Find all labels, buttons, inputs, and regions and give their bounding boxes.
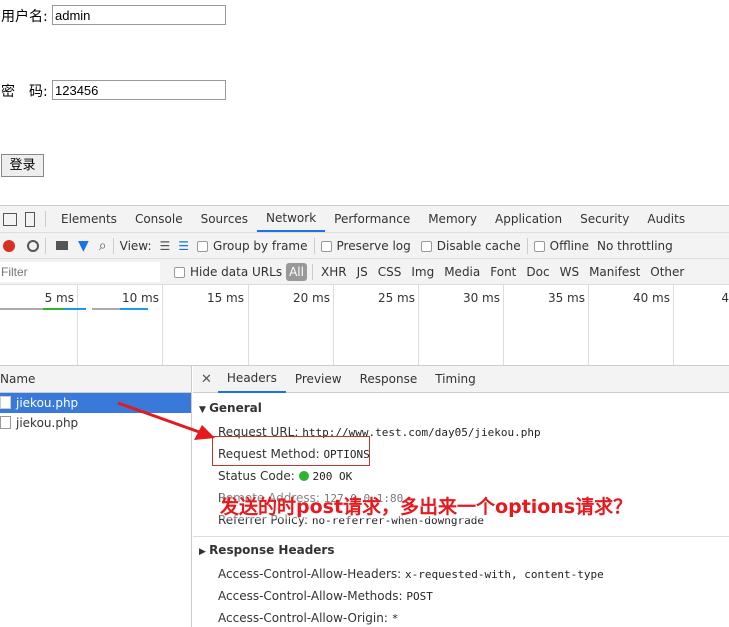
status-ok-icon <box>298 471 309 481</box>
filter-input[interactable] <box>0 261 160 282</box>
red-arrow-icon <box>117 401 215 440</box>
filter-img[interactable]: Img <box>411 265 434 279</box>
camera-icon[interactable] <box>56 241 68 250</box>
filter-ws[interactable]: WS <box>560 265 579 279</box>
tab-application[interactable]: Application <box>486 206 571 232</box>
filter-font[interactable]: Font <box>490 265 516 279</box>
filter-bar: Hide data URLs All XHR JS CSS Img Media … <box>0 259 729 285</box>
devtools-tabbar: Elements Console Sources Network Perform… <box>0 206 729 233</box>
filter-all[interactable]: All <box>286 262 307 281</box>
response-headers-toggle[interactable]: ▶ Response Headers <box>193 536 729 557</box>
search-icon[interactable]: ⌕ <box>99 238 107 254</box>
request-method-row: Request Method: OPTIONS <box>218 447 370 461</box>
group-by-frame-checkbox[interactable]: Group by frame <box>197 239 308 253</box>
filter-js[interactable]: JS <box>357 265 368 279</box>
response-header-row: Access-Control-Allow-Origin: * <box>218 611 399 625</box>
device-toolbar-icon[interactable] <box>25 211 35 227</box>
request-bar <box>0 308 86 310</box>
filter-css[interactable]: CSS <box>378 265 402 279</box>
response-header-row: Access-Control-Allow-Headers: x-requeste… <box>218 567 604 581</box>
username-label: 用户名: <box>1 9 48 25</box>
status-code-row: Status Code: 200 OK <box>218 469 353 483</box>
file-icon <box>0 396 11 409</box>
timeline-tick: 30 ms <box>462 291 500 305</box>
username-input[interactable] <box>52 5 226 25</box>
tab-elements[interactable]: Elements <box>52 206 126 232</box>
filter-manifest[interactable]: Manifest <box>589 265 640 279</box>
view-label: View: <box>119 238 152 253</box>
timeline-tick: 20 ms <box>292 291 330 305</box>
annotation-text: 发送的时post请求，多出来一个options请求？ <box>220 492 633 519</box>
waterfall-icon[interactable]: ☰ <box>178 239 189 253</box>
timeline-tick: 10 ms <box>121 291 159 305</box>
network-toolbar: ▼ ⌕ View: ☰ ☰ Group by frame Preserve lo… <box>0 233 729 259</box>
name-column-header[interactable]: Name <box>0 366 191 393</box>
timeline-tick: 15 ms <box>206 291 244 305</box>
login-button[interactable]: 登录 <box>1 154 44 177</box>
request-bar <box>92 308 148 310</box>
tab-memory[interactable]: Memory <box>419 206 486 232</box>
timeline-tick: 5 ms <box>44 291 74 305</box>
tab-console[interactable]: Console <box>126 206 192 232</box>
disable-cache-checkbox[interactable]: Disable cache <box>420 239 521 253</box>
record-icon[interactable] <box>3 239 15 252</box>
clear-icon[interactable] <box>27 239 39 252</box>
tab-response[interactable]: Response <box>351 366 427 392</box>
tab-sources[interactable]: Sources <box>192 206 257 232</box>
offline-checkbox[interactable]: Offline <box>533 239 589 253</box>
timeline-tick: 4 <box>721 291 729 305</box>
filter-xhr[interactable]: XHR <box>321 265 347 279</box>
filter-other[interactable]: Other <box>650 265 684 279</box>
tab-headers[interactable]: Headers <box>217 366 286 393</box>
large-rows-icon[interactable]: ☰ <box>160 239 171 253</box>
tab-preview[interactable]: Preview <box>286 366 351 392</box>
tab-audits[interactable]: Audits <box>638 206 694 232</box>
hide-data-urls-checkbox[interactable]: Hide data URLs <box>174 265 282 279</box>
timeline-overview[interactable]: 5 ms 10 ms 15 ms 20 ms 25 ms 30 ms 35 ms… <box>0 285 729 366</box>
close-icon[interactable]: ✕ <box>201 372 212 387</box>
timeline-tick: 35 ms <box>547 291 585 305</box>
preserve-log-checkbox[interactable]: Preserve log <box>320 239 411 253</box>
tab-security[interactable]: Security <box>571 206 638 232</box>
tab-network[interactable]: Network <box>257 206 326 232</box>
timeline-tick: 40 ms <box>632 291 670 305</box>
filter-icon[interactable]: ▼ <box>78 238 89 254</box>
detail-tabbar: ✕ Headers Preview Response Timing <box>193 366 729 393</box>
tab-timing[interactable]: Timing <box>426 366 485 392</box>
response-header-row: Access-Control-Allow-Methods: POST <box>218 589 433 603</box>
tab-performance[interactable]: Performance <box>325 206 419 232</box>
filter-media[interactable]: Media <box>444 265 480 279</box>
timeline-tick: 25 ms <box>377 291 415 305</box>
password-input[interactable] <box>52 80 226 100</box>
filter-doc[interactable]: Doc <box>526 265 549 279</box>
password-label: 密 码: <box>1 84 48 100</box>
inspect-icon[interactable] <box>3 212 17 226</box>
file-icon <box>0 416 11 429</box>
throttling-select[interactable]: No throttling <box>597 239 673 253</box>
